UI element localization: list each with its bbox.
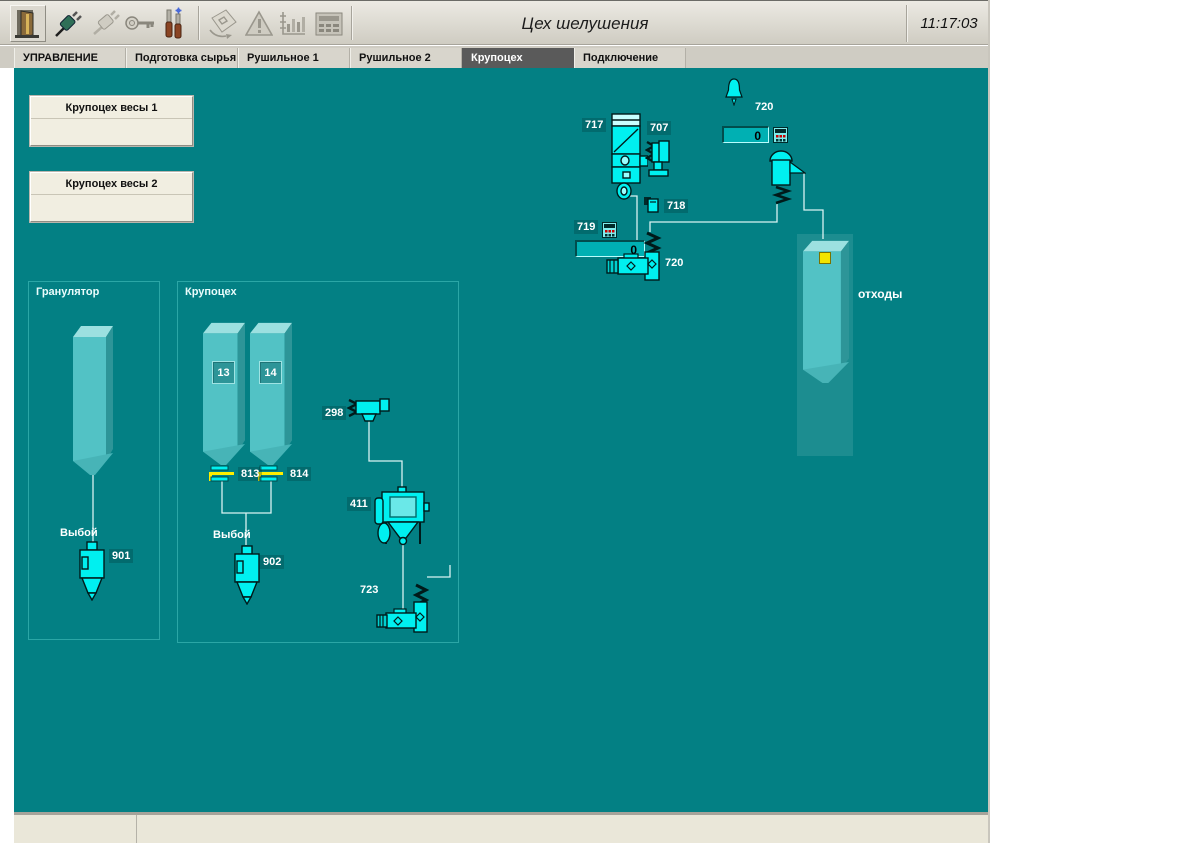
- tab-podgotovka-syrya[interactable]: Подготовка сырья: [126, 48, 238, 68]
- report-button[interactable]: [205, 5, 241, 42]
- machine-718-icon[interactable]: [643, 196, 660, 214]
- label-720: 720: [662, 256, 686, 270]
- granulator-silo: [73, 323, 113, 476]
- calculator-report-icon: [314, 11, 344, 37]
- toolbar-separator-2: [351, 6, 353, 40]
- panel-title: Крупоцех весы 2: [31, 173, 192, 195]
- mimic-canvas: Крупоцех весы 1 Крупоцех весы 2 Гранулят…: [14, 68, 988, 812]
- machine-718-label: 718: [664, 199, 688, 213]
- tab-podklyuchenie[interactable]: Подключение: [574, 48, 686, 68]
- calculator-button[interactable]: [311, 5, 347, 42]
- panel-krupoceh-scales-1: Крупоцех весы 1: [30, 96, 193, 146]
- toolbar-separator-1: [198, 6, 200, 40]
- cyclone-902-icon[interactable]: [231, 545, 261, 605]
- bell-icon[interactable]: [724, 78, 744, 106]
- outlet-label: Выбой: [57, 526, 101, 540]
- exit-button[interactable]: [10, 5, 46, 42]
- tab-upravlenie[interactable]: УПРАВЛЕНИЕ: [14, 48, 126, 68]
- alarm-triangle-icon: [245, 10, 273, 38]
- tab-rushilnoe-2[interactable]: Рушильное 2: [350, 48, 462, 68]
- machine-720-icon[interactable]: [606, 230, 662, 282]
- waste-level-indicator: [819, 252, 831, 264]
- cyclone-901-icon[interactable]: [76, 541, 106, 601]
- machine-723-icon[interactable]: [376, 582, 430, 634]
- tab-bar: УПРАВЛЕНИЕ Подготовка сырья Рушильное 1 …: [0, 46, 988, 68]
- label-719: 719: [574, 220, 598, 234]
- machine-707-icon[interactable]: [645, 140, 671, 178]
- filter-machine-icon[interactable]: [764, 145, 806, 207]
- label-720-top: 720: [752, 100, 776, 114]
- disconnect-plug-icon: [91, 9, 121, 39]
- tab-krupoceh[interactable]: Крупоцех: [462, 48, 574, 68]
- panel-value: [31, 195, 192, 221]
- cyclone-901-label: 901: [109, 549, 133, 563]
- machine-298-icon[interactable]: [346, 396, 392, 424]
- panel-value: [31, 119, 192, 145]
- page-title: Цех шелушения: [430, 1, 740, 46]
- valve-814-label: 814: [287, 467, 311, 481]
- machine-707-label: 707: [647, 121, 671, 135]
- trend-chart-icon: [278, 10, 308, 38]
- group-title: Крупоцех: [185, 286, 237, 298]
- panel-krupoceh-scales-2: Крупоцех весы 2: [30, 172, 193, 222]
- status-cell-left: [14, 815, 137, 843]
- outlet-label: Выбой: [210, 528, 254, 542]
- machine-717-icon[interactable]: [610, 113, 648, 201]
- valve-813-icon[interactable]: [209, 465, 236, 482]
- silo-14: [250, 320, 292, 466]
- tab-rushilnoe-1[interactable]: Рушильное 1: [238, 48, 350, 68]
- clock-separator: [906, 5, 908, 42]
- display-720[interactable]: 0: [722, 126, 769, 143]
- calculator-720-icon[interactable]: [773, 127, 788, 143]
- alarm-button[interactable]: [241, 5, 277, 42]
- clock: 11:17:03: [910, 1, 988, 46]
- status-cell-right: [138, 815, 988, 843]
- report-doc-icon: [206, 8, 240, 40]
- waste-label: отходы: [855, 286, 905, 302]
- machine-717-label: 717: [582, 118, 606, 132]
- connect-plug-icon: [53, 9, 83, 39]
- exit-door-icon: [14, 8, 42, 40]
- trend-button[interactable]: [275, 5, 311, 42]
- tools-icon: [160, 7, 188, 41]
- disconnect-button[interactable]: [88, 5, 124, 42]
- machine-411-icon[interactable]: [374, 486, 430, 548]
- valve-813-label: 813: [238, 467, 262, 481]
- machine-298-label: 298: [322, 406, 346, 420]
- key-icon: [124, 11, 156, 37]
- tools-button[interactable]: [156, 5, 192, 42]
- panel-title: Крупоцех весы 1: [31, 97, 192, 119]
- key-button[interactable]: [122, 5, 158, 42]
- silo-13-plate[interactable]: 13: [212, 361, 235, 384]
- toolbar: Цех шелушения 11:17:03: [0, 0, 988, 45]
- scada-window: Цех шелушения 11:17:03 УПРАВЛЕНИЕ Подгот…: [0, 0, 990, 843]
- connect-button[interactable]: [50, 5, 86, 42]
- status-bar: [14, 812, 988, 843]
- silo-13: [203, 320, 245, 466]
- silo-14-plate[interactable]: 14: [259, 361, 282, 384]
- cyclone-902-label: 902: [260, 555, 284, 569]
- machine-411-label: 411: [347, 497, 371, 511]
